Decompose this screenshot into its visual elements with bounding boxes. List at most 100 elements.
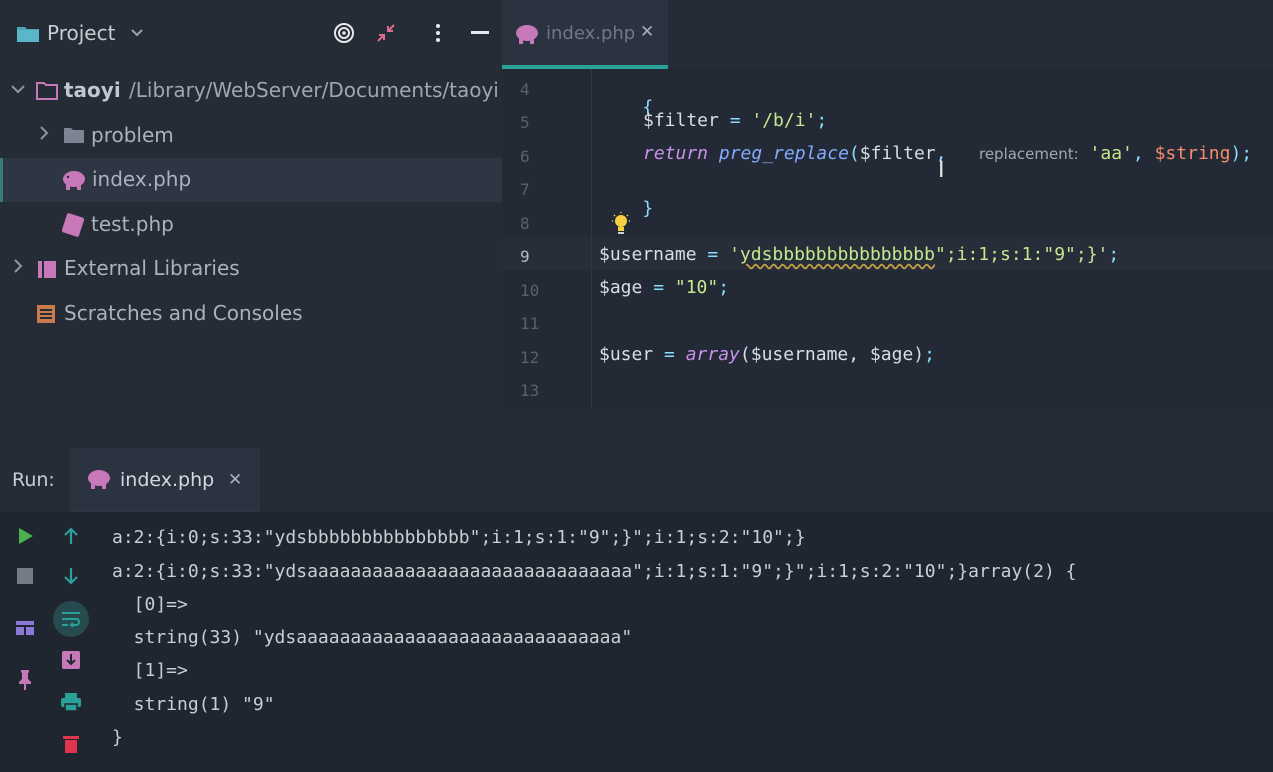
chevron-right-icon[interactable] <box>38 125 50 145</box>
console-line: } <box>112 727 123 748</box>
tab-label: index.php <box>546 23 636 44</box>
tree-item-label: Scratches and Consoles <box>64 301 303 325</box>
code-token: ; <box>718 277 730 298</box>
code-token: ; <box>924 344 935 365</box>
code-token: '/b/i' <box>751 110 817 131</box>
lightbulb-icon[interactable] <box>610 212 632 240</box>
run-tab-label: index.php <box>120 469 215 491</box>
tree-item-test-php[interactable]: test.php <box>0 203 502 247</box>
run-header: Run: index.php ✕ <box>0 445 1273 512</box>
code-token: $user <box>599 344 654 365</box>
editor-tab-bar: index.php ✕ <box>502 0 1273 69</box>
project-header: Project <box>0 0 502 68</box>
soft-wrap-icon[interactable] <box>53 601 89 637</box>
line-number: 10 <box>520 281 540 300</box>
code-token: } <box>642 198 654 219</box>
code-token: $string <box>1154 143 1231 164</box>
close-icon[interactable]: ✕ <box>640 22 654 42</box>
code-line-9[interactable]: $username = 'ydsbbbbbbbbbbbbbbb";i:1;s:1… <box>599 244 1119 265</box>
target-icon[interactable] <box>331 20 357 46</box>
tree-item-scratches[interactable]: Scratches and Consoles <box>0 292 502 336</box>
line-number: 4 <box>520 80 530 99</box>
code-token: $username <box>599 244 697 265</box>
code-token: $filter <box>859 143 936 164</box>
code-line-12[interactable]: $user = array($username, $age); <box>599 344 935 365</box>
tab-index-php[interactable]: index.php ✕ <box>502 0 668 69</box>
line-number: 7 <box>520 180 530 199</box>
console-line: [1]=> <box>112 660 188 681</box>
code-token: = <box>653 344 686 365</box>
folder-icon <box>64 128 84 143</box>
kebab-icon[interactable] <box>425 20 451 46</box>
console-line: string(33) "ydsaaaaaaaaaaaaaaaaaaaaaaaaa… <box>112 627 633 648</box>
arrow-down-icon[interactable] <box>56 561 86 591</box>
tree-item-label: index.php <box>92 167 192 191</box>
code-line-5[interactable]: $filter = '/b/i'; <box>643 110 827 131</box>
chevron-down-icon[interactable] <box>10 80 26 99</box>
line-number: 6 <box>520 147 530 166</box>
library-icon <box>38 261 56 278</box>
project-panel: Project taoyi /Library/WebServer/Documen… <box>0 0 502 445</box>
code-token: preg_replace <box>718 143 849 164</box>
editor[interactable]: index.php ✕ 4 5 6 7 8 9 10 11 12 13 { $f… <box>502 0 1273 445</box>
code-token: = <box>642 277 675 298</box>
code-token: ; <box>1108 244 1120 265</box>
line-number: 8 <box>520 214 530 233</box>
console-line: a:2:{i:0;s:33:"ydsaaaaaaaaaaaaaaaaaaaaaa… <box>112 561 1077 582</box>
line-number-gutter: 4 5 6 7 8 9 10 11 12 13 <box>502 69 592 409</box>
console-line: a:2:{i:0;s:33:"ydsbbbbbbbbbbbbbbb";i:1;s… <box>112 527 806 548</box>
arrow-up-icon[interactable] <box>56 521 86 551</box>
layout-icon[interactable] <box>10 613 40 643</box>
code-line-6[interactable]: return preg_replace($filter, replacement… <box>643 143 1252 164</box>
collapse-icon[interactable] <box>373 20 399 46</box>
run-tab-index-php[interactable]: index.php ✕ <box>70 448 260 512</box>
tree-root-path: /Library/WebServer/Documents/taoyi <box>129 78 499 102</box>
trash-icon[interactable] <box>56 729 86 759</box>
chevron-down-icon[interactable] <box>130 26 144 42</box>
chevron-right-icon[interactable] <box>12 258 24 278</box>
editor-bottom-strip <box>502 409 1273 445</box>
code-token: return <box>643 143 709 164</box>
code-token: ($username, $age) <box>739 344 925 365</box>
tree-root-name: taoyi <box>64 78 121 102</box>
code-token: array <box>685 344 740 365</box>
tree-item-index-php[interactable]: index.php <box>0 158 502 202</box>
code-token: ' <box>729 244 740 265</box>
tree-item-label: External Libraries <box>64 256 240 280</box>
code-token: 'aa' <box>1089 143 1133 164</box>
tree-item-label: problem <box>91 123 174 147</box>
code-token: ; <box>816 110 828 131</box>
run-label: Run: <box>12 469 55 491</box>
tree-item-taoyi[interactable]: taoyi /Library/WebServer/Documents/taoyi <box>0 69 502 113</box>
tree-item-problem[interactable]: problem <box>0 114 502 158</box>
php-file-icon <box>61 213 85 237</box>
code-token: ( <box>848 143 860 164</box>
code-token: = <box>718 110 752 131</box>
project-title[interactable]: Project <box>47 21 115 45</box>
stop-icon[interactable] <box>10 561 40 591</box>
scratch-icon <box>37 305 55 323</box>
minimize-icon[interactable] <box>467 20 493 46</box>
line-number: 13 <box>520 381 540 400</box>
php-elephant-icon <box>516 25 538 44</box>
line-number: 11 <box>520 314 540 333</box>
code-token: ydsbbbbbbbbbbbbbbb <box>739 244 935 265</box>
tree-item-external-libraries[interactable]: External Libraries <box>0 247 502 291</box>
console-line: [0]=> <box>112 594 188 615</box>
scroll-end-icon[interactable] <box>56 645 86 675</box>
code-token: $age <box>599 277 643 298</box>
console-output[interactable]: a:2:{i:0;s:33:"ydsbbbbbbbbbbbbbbb";i:1;s… <box>112 517 1262 772</box>
line-number: 5 <box>520 113 530 132</box>
print-icon[interactable] <box>56 687 86 717</box>
folder-icon <box>17 27 39 42</box>
tree-item-label: test.php <box>91 212 174 236</box>
code-line-10[interactable]: $age = "10"; <box>599 277 729 298</box>
code-token: ";i:1;s:1:"9";}' <box>934 244 1109 265</box>
pin-icon[interactable] <box>10 665 40 695</box>
play-icon[interactable] <box>10 521 40 551</box>
run-panel: Run: index.php ✕ a:2:{i:0;s:33:"ydsbbbbb… <box>0 445 1273 772</box>
code-token: $filter <box>643 110 719 131</box>
close-icon[interactable]: ✕ <box>228 470 242 490</box>
parameter-hint: replacement: <box>978 145 1079 163</box>
module-folder-icon <box>36 82 58 100</box>
